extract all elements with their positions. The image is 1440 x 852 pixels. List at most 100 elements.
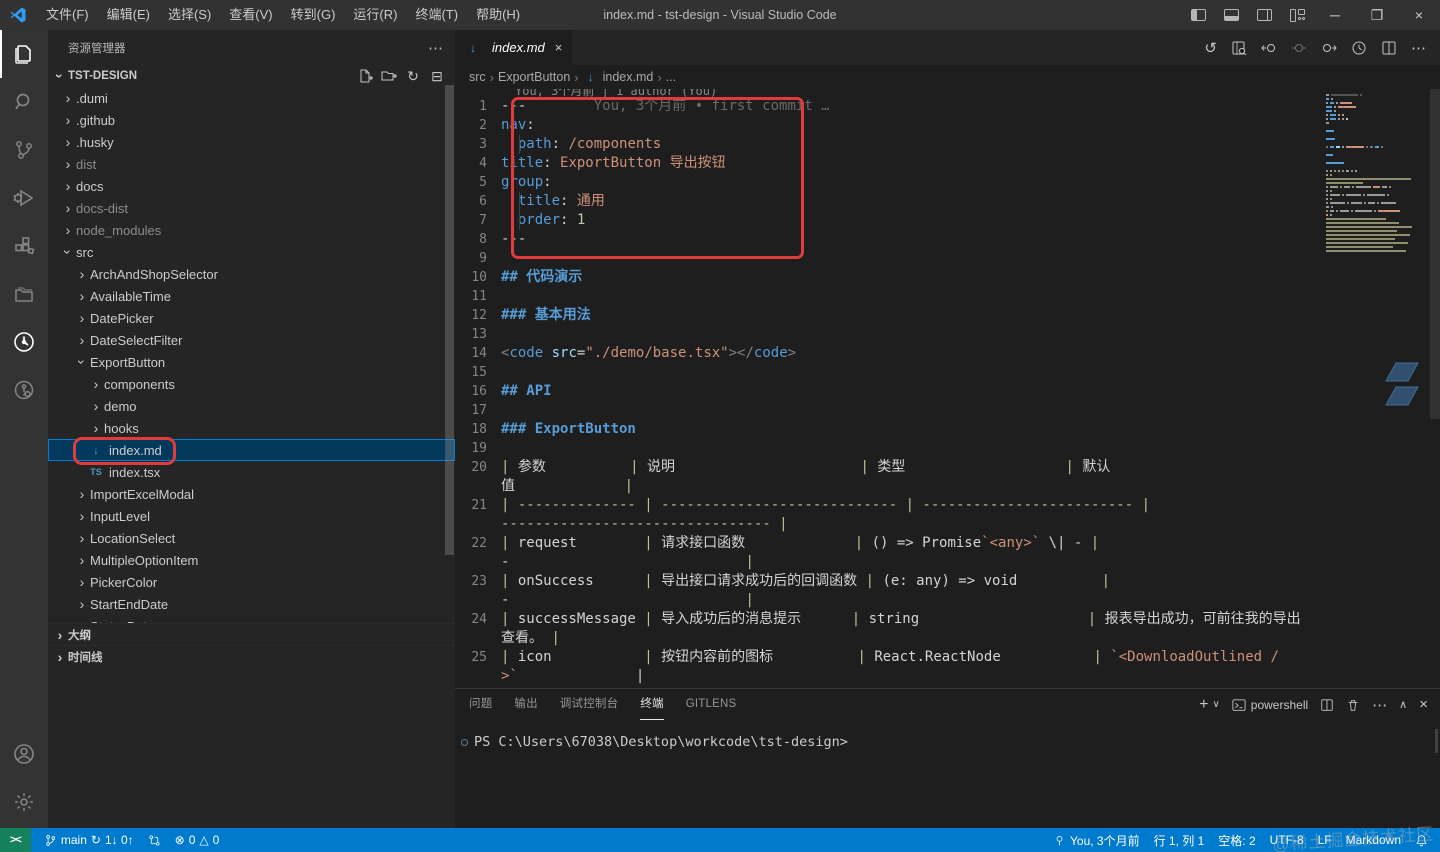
tree-item-InputLevel[interactable]: › InputLevel: [48, 505, 455, 527]
extensions-icon[interactable]: [0, 222, 48, 270]
panel-tab-问题[interactable]: 问题: [469, 689, 492, 720]
editor-scrollbar[interactable]: [1430, 89, 1440, 419]
outline-section[interactable]: › 大纲: [48, 623, 455, 645]
terminal-scrollbar[interactable]: [1435, 729, 1438, 753]
new-file-icon[interactable]: [357, 68, 373, 84]
run-debug-icon[interactable]: [0, 174, 48, 222]
problems-status[interactable]: ⊗ 0 △ 0: [168, 828, 227, 852]
toggle-sidebar-icon[interactable]: [1191, 9, 1206, 21]
code-line[interactable]: 14 <code src="./demo/base.tsx"></code>: [455, 344, 1312, 363]
branch-status[interactable]: main ↻ 1↓ 0↑: [37, 828, 141, 852]
tree-item-docs[interactable]: › docs: [48, 175, 455, 197]
code-line[interactable]: 17: [455, 401, 1312, 420]
gitlens-compare[interactable]: [141, 828, 168, 852]
code-line[interactable]: -------------------------------- |: [455, 515, 1312, 534]
close-panel-icon[interactable]: ×: [1419, 696, 1428, 713]
minimize-button[interactable]: ─: [1314, 0, 1356, 30]
split-editor-icon[interactable]: [1381, 40, 1397, 56]
tree-item-src[interactable]: › src: [48, 241, 455, 263]
code-line[interactable]: 5 group:: [455, 173, 1312, 192]
menu-编辑[interactable]: 编辑(E): [98, 0, 159, 30]
terminal-prompt-line[interactable]: PS C:\Users\67038\Desktop\workcode\tst-d…: [461, 734, 1440, 750]
next-change-icon[interactable]: [1321, 40, 1337, 56]
tab-index-md[interactable]: ↓ index.md ×: [455, 30, 574, 65]
gitlens-inspect-icon[interactable]: [0, 366, 48, 414]
tree-item-hooks[interactable]: › hooks: [48, 417, 455, 439]
panel-tab-终端[interactable]: 终端: [640, 689, 664, 720]
tree-item-ExportButton[interactable]: › ExportButton: [48, 351, 455, 373]
code-line[interactable]: 4 title: ExportButton 导出按钮: [455, 154, 1312, 173]
tree-item-LocationSelect[interactable]: › LocationSelect: [48, 527, 455, 549]
kill-terminal-icon[interactable]: [1346, 698, 1360, 712]
tree-item-components[interactable]: › components: [48, 373, 455, 395]
gitlens-file-history-icon[interactable]: [1351, 40, 1367, 56]
menu-终端[interactable]: 终端(T): [406, 0, 467, 30]
code-line[interactable]: 11: [455, 287, 1312, 306]
close-tab-icon[interactable]: ×: [555, 40, 563, 55]
toggle-panel-icon[interactable]: [1224, 9, 1239, 21]
breadcrumb-symbol[interactable]: ...: [666, 70, 676, 84]
tree-item-MultipleOptionItem[interactable]: › MultipleOptionItem: [48, 549, 455, 571]
code-line[interactable]: 20 | 参数 | 说明 | 类型 | 默认: [455, 458, 1312, 477]
maximize-panel-icon[interactable]: ∧: [1399, 698, 1407, 711]
tree-item-AvailableTime[interactable]: › AvailableTime: [48, 285, 455, 307]
search-icon[interactable]: [0, 78, 48, 126]
tree-item-ArchAndShopSelector[interactable]: › ArchAndShopSelector: [48, 263, 455, 285]
code-line[interactable]: - |: [455, 553, 1312, 572]
menu-选择[interactable]: 选择(S): [159, 0, 220, 30]
breadcrumb-indexmd[interactable]: index.md: [603, 70, 654, 84]
menu-转到[interactable]: 转到(G): [282, 0, 345, 30]
cursor-position[interactable]: 行 1, 列 1: [1147, 828, 1212, 852]
tree-item-PickerColor[interactable]: › PickerColor: [48, 571, 455, 593]
code-line[interactable]: 1 --- You, 3个月前 • first commit …: [455, 97, 1312, 116]
project-explorer-icon[interactable]: [0, 270, 48, 318]
tree-item-node_modules[interactable]: › node_modules: [48, 219, 455, 241]
gitlens-blame-status[interactable]: You, 3个月前: [1046, 828, 1147, 852]
tree-item-.dumi[interactable]: › .dumi: [48, 87, 455, 109]
timeline-section[interactable]: › 时间线: [48, 645, 455, 667]
more-actions-icon[interactable]: ⋯: [428, 39, 443, 57]
code-line[interactable]: 9: [455, 249, 1312, 268]
open-preview-icon[interactable]: [1231, 40, 1247, 56]
code-line[interactable]: 13: [455, 325, 1312, 344]
code-line[interactable]: 15: [455, 363, 1312, 382]
toggle-secondary-sidebar-icon[interactable]: [1257, 9, 1272, 21]
timeline-history-icon[interactable]: ↺: [1204, 39, 1217, 57]
code-line[interactable]: 8 ---: [455, 230, 1312, 249]
code-line[interactable]: 18 ### ExportButton: [455, 420, 1312, 439]
code-line[interactable]: 24 | successMessage | 导入成功后的消息提示 | string…: [455, 610, 1312, 629]
folder-section-header[interactable]: › TST-DESIGN ↻ ⊟: [48, 65, 455, 87]
remote-indicator[interactable]: ><: [0, 828, 31, 852]
minimap[interactable]: [1326, 93, 1426, 253]
code-line[interactable]: 查看。 |: [455, 629, 1312, 648]
more-actions-icon[interactable]: ⋯: [1411, 39, 1426, 57]
code-line[interactable]: 25 | icon | 按钮内容前的图标 | React.ReactNode | …: [455, 648, 1312, 667]
terminal-instance[interactable]: powershell: [1232, 698, 1308, 712]
tree-item-StartEndDate[interactable]: › StartEndDate: [48, 593, 455, 615]
panel-tab-调试控制台[interactable]: 调试控制台: [560, 689, 619, 720]
gitlens-icon[interactable]: [0, 318, 48, 366]
code-line[interactable]: 21 | -------------- | -------------------…: [455, 496, 1312, 515]
menu-查看[interactable]: 查看(V): [220, 0, 281, 30]
code-line[interactable]: - |: [455, 591, 1312, 610]
tree-item-index.md[interactable]: ↓ index.md: [48, 439, 455, 461]
settings-gear-icon[interactable]: [0, 778, 48, 826]
code-line[interactable]: 6 title: 通用: [455, 192, 1312, 211]
code-line[interactable]: 7 order: 1: [455, 211, 1312, 230]
breadcrumb-exportbutton[interactable]: ExportButton: [498, 70, 570, 84]
code-line[interactable]: 12 ### 基本用法: [455, 306, 1312, 325]
terminal-dropdown-icon[interactable]: ∨: [1212, 699, 1219, 710]
panel-tab-输出[interactable]: 输出: [514, 689, 537, 720]
indentation[interactable]: 空格: 2: [1211, 828, 1262, 852]
collapse-folders-icon[interactable]: ⊟: [429, 68, 445, 84]
code-line[interactable]: 3 path: /components: [455, 135, 1312, 154]
breadcrumb-src[interactable]: src: [469, 70, 486, 84]
code-line[interactable]: 23 | onSuccess | 导出接口请求成功后的回调函数 | (e: any…: [455, 572, 1312, 591]
menu-文件[interactable]: 文件(F): [37, 0, 98, 30]
menu-运行[interactable]: 运行(R): [344, 0, 406, 30]
tree-item-dist[interactable]: › dist: [48, 153, 455, 175]
account-icon[interactable]: [0, 730, 48, 778]
tree-item-docs-dist[interactable]: › docs-dist: [48, 197, 455, 219]
close-button[interactable]: ×: [1398, 0, 1440, 30]
tree-item-DateSelectFilter[interactable]: › DateSelectFilter: [48, 329, 455, 351]
